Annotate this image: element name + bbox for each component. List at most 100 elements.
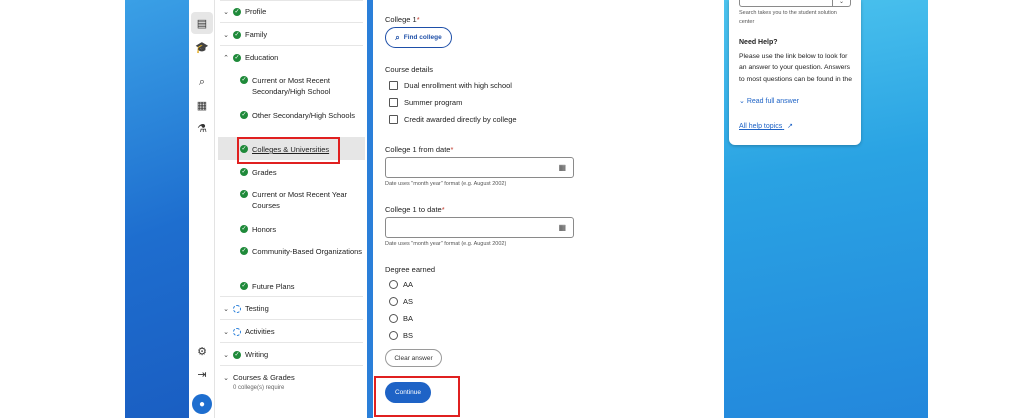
sign-out-icon[interactable]: ⇥ — [192, 364, 212, 384]
checkbox-box[interactable] — [389, 98, 398, 107]
clear-answer-button[interactable]: Clear answer — [385, 349, 442, 367]
chevron-up-icon: ⌃ — [223, 55, 229, 62]
college-label-text: College 1 — [385, 15, 417, 24]
radio-label: AS — [403, 297, 414, 306]
nav-subitem-label: Honors — [252, 225, 277, 234]
help-search-hint: Search takes you to the student solution… — [739, 10, 837, 25]
nav-subitem-current-high-school[interactable]: ✓ Current or Most Recent Secondary/High … — [240, 75, 365, 97]
nav-item-label: Testing — [245, 304, 269, 313]
in-progress-icon — [233, 305, 241, 313]
radio-bs[interactable]: BS — [389, 331, 413, 340]
nav-item-education[interactable]: ⌃ ✓ Education — [216, 53, 367, 62]
chevron-down-icon: ⌄ — [223, 352, 229, 359]
check-circle-icon: ✓ — [240, 225, 248, 233]
avatar[interactable]: ● — [192, 394, 212, 414]
nav-item-activities[interactable]: ⌄ Activities — [216, 327, 367, 336]
help-search-field[interactable]: ⌄ — [739, 0, 851, 7]
check-circle-icon: ✓ — [233, 54, 241, 62]
nav-item-label: Writing — [245, 350, 269, 359]
find-college-label: Find college — [403, 34, 442, 41]
nav-subitem-grades[interactable]: ✓ Grades — [240, 167, 365, 178]
main-form: College 1* ⌕ Find college Course details… — [373, 0, 724, 418]
radio-ba[interactable]: BA — [389, 314, 413, 323]
nav-item-profile[interactable]: ⌄ ✓ Profile — [216, 7, 367, 16]
nav-item-label: Profile — [245, 7, 267, 16]
nav-subitem-other-high-schools[interactable]: ✓ Other Secondary/High Schools — [240, 110, 365, 121]
nav-subitem-label: Future Plans — [252, 282, 295, 291]
check-circle-icon: ✓ — [240, 111, 248, 119]
radio-circle[interactable] — [389, 297, 398, 306]
nav-item-writing[interactable]: ⌄ ✓ Writing — [216, 350, 367, 359]
nav-divider — [220, 0, 363, 1]
nav-item-label: Activities — [245, 327, 275, 336]
nav-item-testing[interactable]: ⌄ Testing — [216, 304, 367, 313]
degree-earned-label: Degree earned — [385, 265, 436, 274]
flask-icon[interactable]: ⚗ — [192, 118, 212, 138]
checkbox-dual-enrollment[interactable]: Dual enrollment with high school — [389, 81, 512, 90]
check-circle-icon: ✓ — [233, 351, 241, 359]
required-mark: * — [416, 15, 420, 24]
from-date-field[interactable]: ▦ — [385, 157, 574, 178]
check-circle-icon: ✓ — [240, 282, 248, 290]
nav-divider — [220, 296, 363, 297]
nav-subitem-current-year-courses[interactable]: ✓ Current or Most Recent Year Courses — [240, 189, 365, 211]
read-full-answer-label: Read full answer — [746, 98, 799, 105]
checkbox-box[interactable] — [389, 81, 398, 90]
check-circle-icon: ✓ — [233, 8, 241, 16]
nav-subitem-future-plans[interactable]: ✓ Future Plans — [240, 281, 365, 292]
help-body: Please use the link below to look for an… — [739, 53, 852, 83]
chevron-down-icon: ⌄ — [223, 32, 229, 39]
document-icon[interactable]: ▤ — [191, 12, 213, 34]
all-help-topics-label: All help topics — [739, 123, 783, 130]
all-help-topics-link[interactable]: All help topics ↗ — [739, 122, 793, 130]
radio-label: AA — [403, 280, 414, 289]
radio-circle[interactable] — [389, 314, 398, 323]
read-full-answer-link[interactable]: ⌄ Read full answer — [739, 97, 799, 105]
from-date-label: College 1 from date* — [385, 145, 453, 154]
chevron-down-icon: ⌄ — [223, 375, 229, 382]
external-link-icon: ↗ — [787, 123, 794, 130]
radio-aa[interactable]: AA — [389, 280, 413, 289]
calendar-icon[interactable]: ▦ — [558, 163, 566, 172]
checkbox-box[interactable] — [389, 115, 398, 124]
check-circle-icon: ✓ — [240, 168, 248, 176]
nav-item-family[interactable]: ⌄ ✓ Family — [216, 30, 367, 39]
course-details-label: Course details — [385, 65, 433, 74]
section-nav: ⌄ ✓ Profile ⌄ ✓ Family ⌃ ✓ Education ✓ C… — [216, 0, 367, 418]
radio-circle[interactable] — [389, 280, 398, 289]
radio-circle[interactable] — [389, 331, 398, 340]
help-title: Need Help? — [739, 39, 778, 46]
to-date-field[interactable]: ▦ — [385, 217, 574, 238]
find-college-button[interactable]: ⌕ Find college — [385, 27, 452, 48]
page: ▤ 🎓 ⌕ ▦ ⚗ ⚙ ⇥ ● ⌄ ✓ Profile ⌄ ✓ Family ⌃… — [0, 0, 1024, 418]
search-icon: ⌕ — [395, 32, 400, 42]
nav-divider — [220, 45, 363, 46]
highlight-box — [237, 137, 340, 164]
chevron-down-icon: ⌄ — [223, 329, 229, 336]
nav-subitem-community-organizations[interactable]: ✓ Community-Based Organizations — [240, 246, 365, 257]
checkbox-label: Credit awarded directly by college — [404, 115, 517, 124]
checkbox-label: Dual enrollment with high school — [404, 81, 512, 90]
from-date-hint: Date uses "month year" format (e.g. Augu… — [385, 181, 507, 187]
to-date-label: College 1 to date* — [385, 205, 445, 214]
courses-requirement-note: 0 college(s) require — [233, 385, 285, 391]
nav-subitem-honors[interactable]: ✓ Honors — [240, 224, 365, 235]
radio-label: BS — [403, 331, 414, 340]
checkbox-credit-by-college[interactable]: Credit awarded directly by college — [389, 115, 517, 124]
nav-item-label: Family — [245, 30, 268, 39]
required-mark: * — [441, 205, 445, 214]
checkbox-summer-program[interactable]: Summer program — [389, 98, 462, 107]
check-circle-icon: ✓ — [240, 247, 248, 255]
nav-subitem-label: Current or Most Recent Secondary/High Sc… — [252, 76, 331, 96]
radio-label: BA — [403, 314, 414, 323]
radio-as[interactable]: AS — [389, 297, 413, 306]
chevron-down-icon[interactable]: ⌄ — [832, 0, 850, 6]
calendar-icon[interactable]: ▦ — [558, 223, 566, 232]
building-icon[interactable]: ▦ — [192, 95, 212, 115]
nav-item-label: Courses & Grades — [233, 373, 295, 382]
graduation-cap-icon[interactable]: 🎓 — [192, 37, 212, 57]
nav-item-courses-grades[interactable]: ⌄ Courses & Grades — [216, 373, 367, 382]
gear-icon[interactable]: ⚙ — [192, 341, 212, 361]
search-icon[interactable]: ⌕ — [192, 72, 212, 92]
highlight-box — [374, 376, 460, 417]
